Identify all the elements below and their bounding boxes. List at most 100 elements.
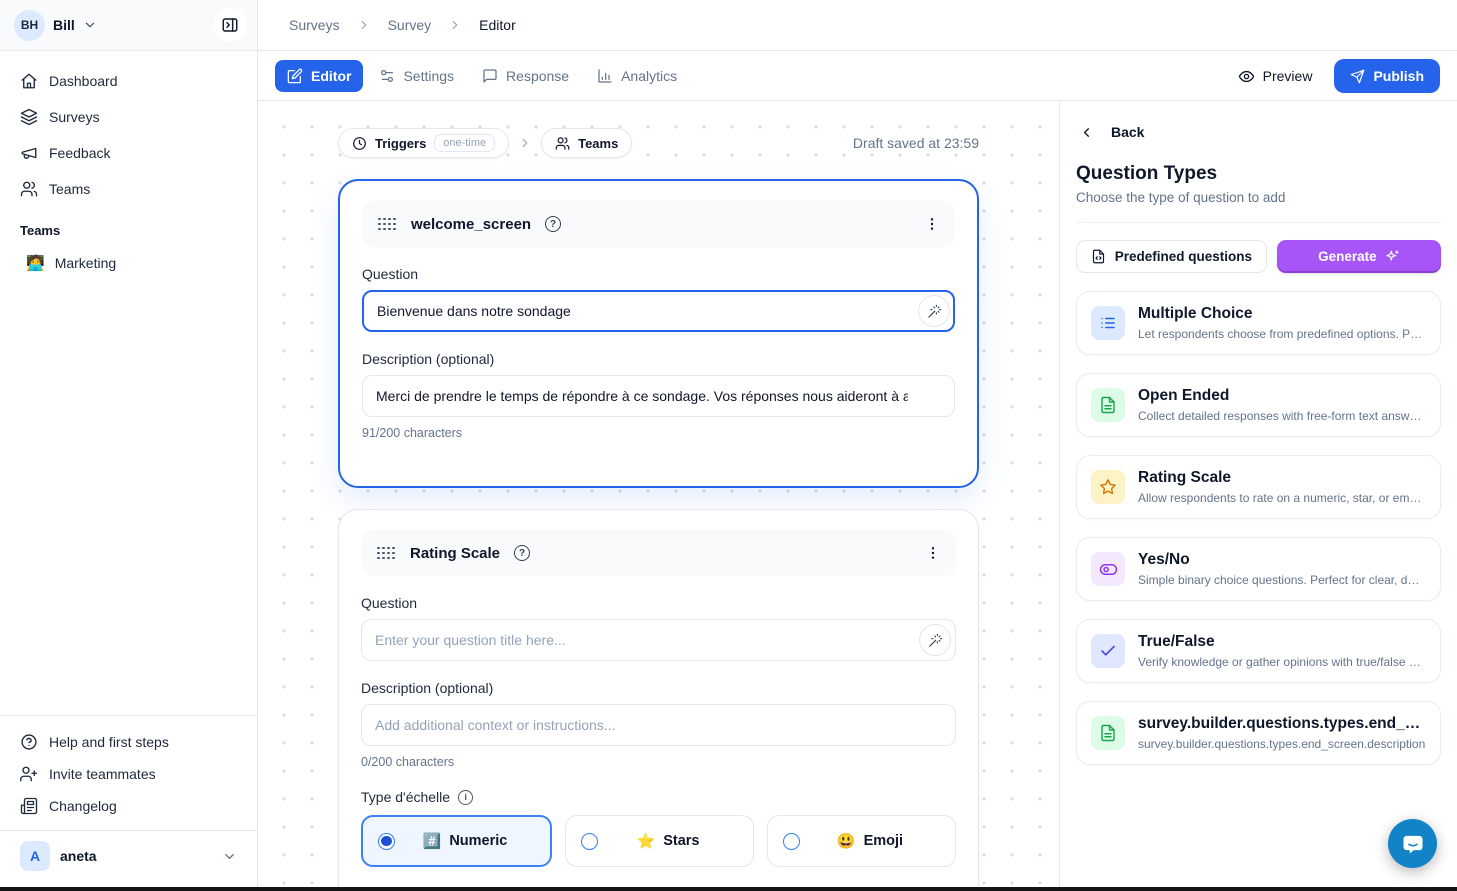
question-type-title: Rating Scale bbox=[1138, 469, 1426, 487]
panel-subtitle: Choose the type of question to add bbox=[1076, 190, 1441, 223]
sidebar-item-help[interactable]: Help and first steps bbox=[12, 726, 245, 758]
canvas-chip-row: Triggers one-time Teams Draft saved at 2… bbox=[338, 128, 979, 158]
scale-option-numeric[interactable]: #️⃣ Numeric bbox=[361, 815, 552, 867]
workspace-name: Bill bbox=[53, 17, 75, 33]
publish-label: Publish bbox=[1373, 68, 1424, 84]
sidebar-item-label: Feedback bbox=[49, 145, 110, 161]
chevron-right-icon bbox=[448, 18, 462, 32]
tab-label: Editor bbox=[311, 68, 351, 84]
breadcrumb-editor[interactable]: Editor bbox=[479, 17, 516, 33]
send-icon bbox=[1350, 69, 1365, 84]
question-card-rating-scale[interactable]: Rating Scale ? Question Description (opt… bbox=[338, 509, 979, 891]
predefined-questions-button[interactable]: Predefined questions bbox=[1076, 240, 1267, 273]
description-field-label: Description (optional) bbox=[362, 351, 955, 367]
breadcrumb-survey[interactable]: Survey bbox=[388, 17, 432, 33]
account-menu[interactable]: A aneta bbox=[0, 830, 257, 883]
magic-wand-icon[interactable] bbox=[918, 295, 950, 327]
question-type-yes-no[interactable]: Yes/No Simple binary choice questions. P… bbox=[1076, 537, 1441, 601]
question-card-welcome-screen[interactable]: welcome_screen ? Question Description (o… bbox=[338, 179, 979, 488]
question-description-input[interactable] bbox=[362, 375, 955, 417]
file-code-icon bbox=[1091, 249, 1106, 264]
draft-status: Draft saved at 23:59 bbox=[853, 135, 979, 151]
preview-label: Preview bbox=[1263, 68, 1313, 84]
scale-type-label: Type d'échelle bbox=[361, 789, 450, 805]
file-text-icon bbox=[1091, 716, 1125, 750]
predefined-questions-label: Predefined questions bbox=[1115, 249, 1252, 264]
sliders-icon bbox=[379, 68, 395, 84]
question-description-input[interactable] bbox=[361, 704, 956, 746]
sidebar-item-dashboard[interactable]: Dashboard bbox=[12, 65, 245, 97]
question-card-title: Rating Scale bbox=[410, 545, 500, 562]
breadcrumb-surveys[interactable]: Surveys bbox=[289, 17, 340, 33]
question-title-input[interactable] bbox=[361, 619, 956, 661]
chevron-left-icon bbox=[1079, 125, 1094, 140]
question-card-header: Rating Scale ? bbox=[361, 530, 956, 576]
scale-option-emoji[interactable]: 😃 Emoji bbox=[767, 815, 956, 867]
drag-handle-icon[interactable] bbox=[376, 546, 396, 561]
breadcrumb: Surveys Survey Editor bbox=[258, 0, 1457, 51]
tab-response[interactable]: Response bbox=[470, 60, 581, 92]
chat-bubble-icon bbox=[1400, 831, 1426, 857]
chevron-right-icon bbox=[357, 18, 371, 32]
question-type-description: Allow respondents to rate on a numeric, … bbox=[1138, 491, 1426, 505]
scale-option-stars[interactable]: ⭐ Stars bbox=[565, 815, 754, 867]
help-icon[interactable]: ? bbox=[514, 545, 530, 561]
kebab-menu-icon[interactable] bbox=[924, 216, 940, 232]
account-avatar: A bbox=[20, 841, 50, 871]
tab-analytics[interactable]: Analytics bbox=[585, 60, 689, 92]
sidebar-item-feedback[interactable]: Feedback bbox=[12, 137, 245, 169]
question-type-title: Multiple Choice bbox=[1138, 305, 1426, 323]
triggers-chip[interactable]: Triggers one-time bbox=[338, 128, 509, 158]
question-type-end-screen[interactable]: survey.builder.questions.types.end_scr..… bbox=[1076, 701, 1441, 765]
account-name: aneta bbox=[60, 848, 97, 864]
publish-button[interactable]: Publish bbox=[1334, 59, 1440, 93]
home-icon bbox=[20, 72, 38, 90]
tab-label: Response bbox=[506, 68, 569, 84]
magic-wand-icon[interactable] bbox=[919, 624, 951, 656]
question-type-title: Open Ended bbox=[1138, 387, 1426, 405]
tab-settings[interactable]: Settings bbox=[367, 60, 466, 92]
help-icon[interactable]: ? bbox=[545, 216, 561, 232]
question-type-open-ended[interactable]: Open Ended Collect detailed responses wi… bbox=[1076, 373, 1441, 437]
bar-chart-icon bbox=[597, 68, 613, 84]
smiley-emoji-icon: 😃 bbox=[837, 834, 856, 849]
back-button[interactable]: Back bbox=[1076, 124, 1441, 140]
info-icon[interactable]: i bbox=[458, 790, 473, 805]
sidebar-item-teams[interactable]: Teams bbox=[12, 173, 245, 205]
scale-type-options: #️⃣ Numeric ⭐ Stars 😃 Emoji bbox=[361, 815, 956, 867]
back-label: Back bbox=[1111, 124, 1144, 140]
sidebar-item-invite[interactable]: Invite teammates bbox=[12, 758, 245, 790]
sidebar-item-changelog[interactable]: Changelog bbox=[12, 790, 245, 822]
file-text-icon bbox=[1091, 388, 1125, 422]
workspace-avatar: BH bbox=[14, 10, 45, 41]
sidebar-footer: Help and first steps Invite teammates Ch… bbox=[0, 715, 257, 891]
help-circle-icon bbox=[20, 733, 38, 751]
question-type-title: Yes/No bbox=[1138, 551, 1426, 569]
sparkles-icon bbox=[1385, 249, 1400, 264]
layers-icon bbox=[20, 108, 38, 126]
preview-button[interactable]: Preview bbox=[1238, 68, 1313, 85]
sidebar-item-surveys[interactable]: Surveys bbox=[12, 101, 245, 133]
sidebar-item-marketing[interactable]: 🧑‍💻 Marketing bbox=[12, 248, 245, 278]
sidebar-item-label: Invite teammates bbox=[49, 766, 156, 782]
chevron-right-icon bbox=[518, 136, 532, 150]
users-icon bbox=[555, 136, 570, 151]
workspace-switcher[interactable]: BH Bill bbox=[0, 0, 257, 51]
tab-editor[interactable]: Editor bbox=[275, 60, 363, 92]
chat-widget-button[interactable] bbox=[1388, 819, 1437, 868]
question-title-input[interactable] bbox=[362, 290, 955, 332]
question-type-rating-scale[interactable]: Rating Scale Allow respondents to rate o… bbox=[1076, 455, 1441, 519]
question-type-true-false[interactable]: True/False Verify knowledge or gather op… bbox=[1076, 619, 1441, 683]
generate-button[interactable]: Generate bbox=[1277, 240, 1441, 273]
sidebar-item-label: Help and first steps bbox=[49, 734, 169, 750]
question-type-multiple-choice[interactable]: Multiple Choice Let respondents choose f… bbox=[1076, 291, 1441, 355]
teams-chip-label: Teams bbox=[578, 136, 618, 151]
teams-chip[interactable]: Teams bbox=[541, 128, 632, 158]
drag-handle-icon[interactable] bbox=[377, 217, 397, 232]
sidebar-collapse-icon[interactable] bbox=[213, 8, 247, 42]
teams-section-label: Teams bbox=[12, 209, 245, 244]
tab-label: Analytics bbox=[621, 68, 677, 84]
kebab-menu-icon[interactable] bbox=[925, 545, 941, 561]
question-card-header: welcome_screen ? bbox=[362, 201, 955, 247]
question-type-title: True/False bbox=[1138, 633, 1426, 651]
